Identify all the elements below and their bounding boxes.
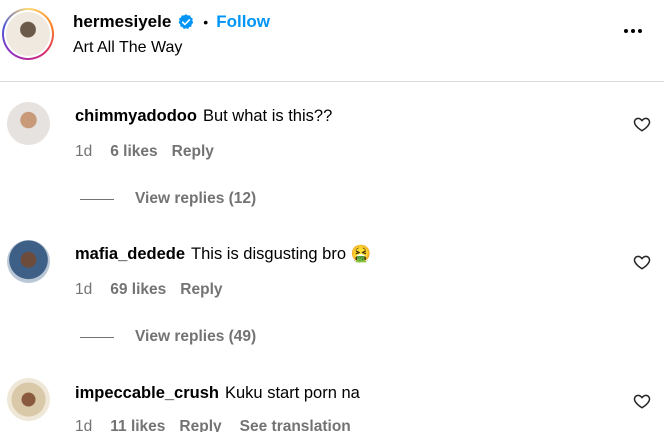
view-replies-button[interactable]: View replies (12) <box>80 190 256 208</box>
comment-time[interactable]: 1d <box>75 143 92 161</box>
comment-text-line: mafia_dedede This is disgusting bro 🤮 <box>75 245 371 264</box>
comment-likes[interactable]: 6 likes <box>110 143 157 161</box>
comment-meta: 1d 6 likes Reply <box>75 143 232 161</box>
post-header: hermesiyele • Follow Art All The Way <box>0 0 664 82</box>
view-replies-label: View replies (49) <box>135 328 257 345</box>
reply-button[interactable]: Reply <box>172 143 214 161</box>
commenter-username[interactable]: impeccable_crush <box>75 384 219 402</box>
commenter-avatar[interactable] <box>7 240 50 283</box>
comment-text-line: chimmyadodoo But what is this?? <box>75 107 332 126</box>
comment-likes[interactable]: 69 likes <box>110 281 166 299</box>
more-options-icon[interactable] <box>624 29 642 33</box>
heart-icon[interactable] <box>633 253 651 271</box>
follow-button[interactable]: Follow <box>216 12 270 32</box>
author-username[interactable]: hermesiyele <box>73 12 171 32</box>
heart-icon[interactable] <box>633 392 651 410</box>
comment-likes[interactable]: 11 likes <box>110 418 165 432</box>
separator-dot: • <box>203 14 209 30</box>
view-replies-label: View replies (12) <box>135 190 257 207</box>
author-line: hermesiyele • Follow <box>73 11 270 33</box>
verified-badge-icon <box>178 14 194 29</box>
replies-divider-line <box>80 198 114 200</box>
commenter-username[interactable]: chimmyadodoo <box>75 107 197 125</box>
author-avatar-inner <box>4 10 52 58</box>
reply-button[interactable]: Reply <box>179 418 221 432</box>
comment-time[interactable]: 1d <box>75 418 92 432</box>
author-subtitle: Art All The Way <box>73 39 183 56</box>
more-dot <box>631 29 635 33</box>
comment-meta: 1d 11 likes Reply See translation <box>75 418 351 432</box>
comment-body: This is disgusting bro 🤮 <box>191 245 372 263</box>
reply-button[interactable]: Reply <box>180 281 222 299</box>
commenter-avatar[interactable] <box>7 102 50 145</box>
commenter-username[interactable]: mafia_dedede <box>75 245 185 263</box>
comment-meta: 1d 69 likes Reply <box>75 281 241 299</box>
comment-body: But what is this?? <box>202 107 333 125</box>
see-translation-button[interactable]: See translation <box>240 418 351 432</box>
more-dot <box>624 29 628 33</box>
comment-text-line: impeccable_crush Kuku start porn na <box>75 384 360 403</box>
replies-divider-line <box>80 336 114 338</box>
comment-time[interactable]: 1d <box>75 281 92 299</box>
author-avatar-image <box>6 12 50 56</box>
commenter-avatar[interactable] <box>7 378 50 421</box>
author-avatar[interactable] <box>2 8 54 60</box>
heart-icon[interactable] <box>633 115 651 133</box>
comment-body: Kuku start porn na <box>225 384 360 402</box>
more-dot <box>638 29 642 33</box>
view-replies-button[interactable]: View replies (49) <box>80 328 256 346</box>
